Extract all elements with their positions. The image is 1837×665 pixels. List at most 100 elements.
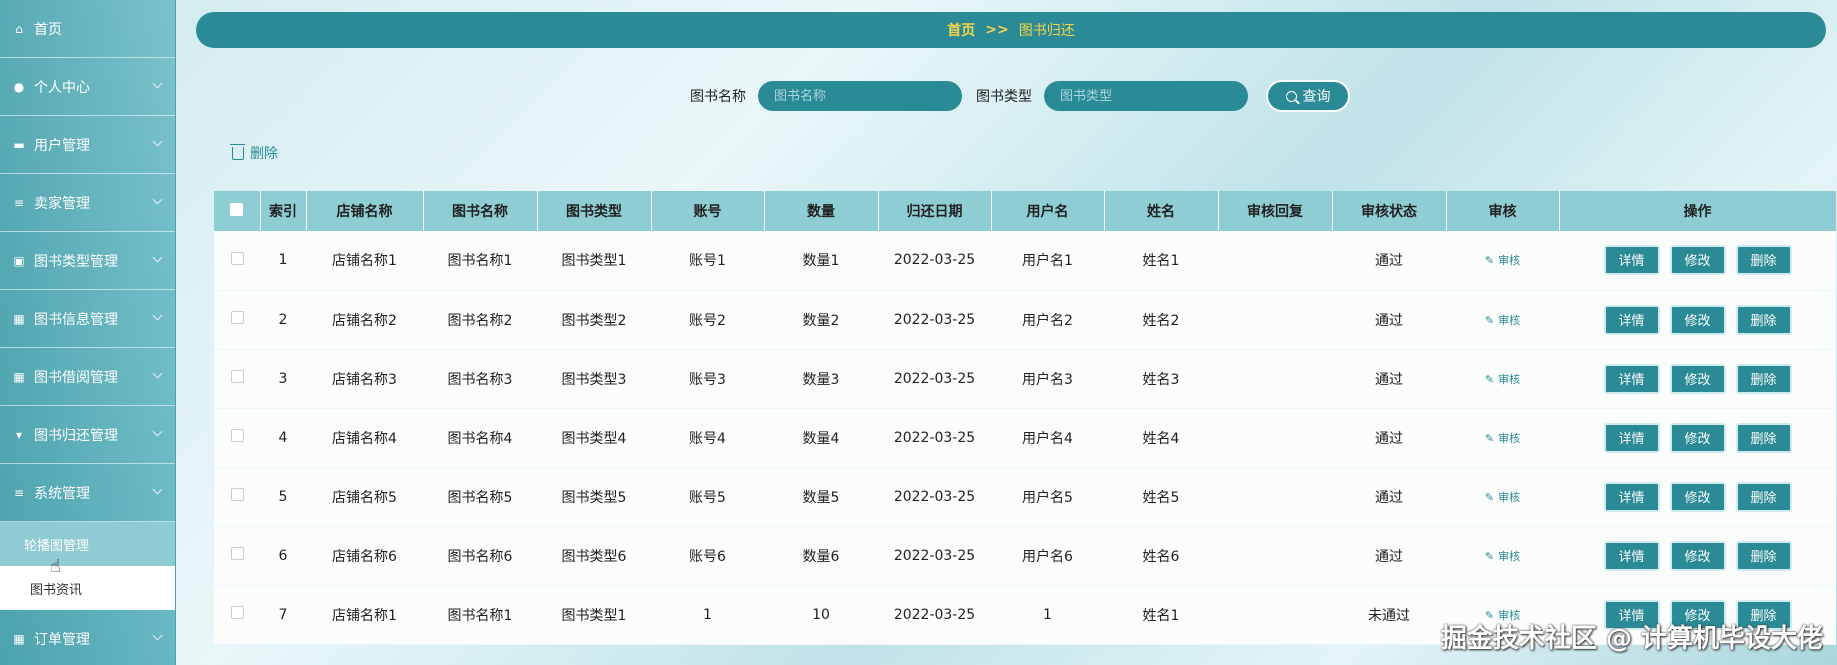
delete-button[interactable]: 删除: [1735, 422, 1792, 453]
breadcrumb-home[interactable]: 首页: [947, 20, 975, 40]
edit-button[interactable]: 修改: [1669, 245, 1726, 276]
edit-pen-icon: ✎: [1484, 549, 1495, 563]
column-header: 审核回复: [1218, 191, 1333, 231]
audit-link[interactable]: ✎ 审核: [1485, 491, 1520, 504]
sidebar-item-5[interactable]: ▦ 图书信息管理: [0, 290, 175, 348]
detail-button[interactable]: 详情: [1603, 245, 1660, 276]
sidebar-item-8[interactable]: ≡ 系统管理: [0, 464, 175, 522]
cell-username: 用户名2: [991, 290, 1104, 350]
row-select-cell[interactable]: [214, 408, 260, 468]
audit-link[interactable]: ✎ 审核: [1485, 254, 1520, 267]
edit-button[interactable]: 修改: [1669, 304, 1726, 335]
delete-button[interactable]: 删除: [1735, 304, 1792, 335]
sidebar-item-6[interactable]: ▦ 图书借阅管理: [0, 348, 175, 406]
cell-name: 姓名2: [1104, 290, 1218, 350]
row-checkbox[interactable]: [230, 429, 244, 442]
cell-status: 通过: [1332, 526, 1446, 586]
row-select-cell[interactable]: [214, 290, 260, 350]
book-name-input[interactable]: [758, 81, 962, 111]
cell-shop: 店铺名称5: [306, 467, 423, 527]
sidebar-item-label: 用户管理: [34, 137, 90, 154]
row-checkbox[interactable]: [230, 547, 244, 560]
row-checkbox[interactable]: [230, 606, 244, 619]
select-all-checkbox[interactable]: [230, 202, 244, 216]
detail-button[interactable]: 详情: [1603, 363, 1660, 394]
sidebar-item-1[interactable]: ● 个人中心: [0, 58, 175, 116]
row-select-cell[interactable]: [214, 231, 260, 291]
row-checkbox[interactable]: [230, 311, 244, 324]
clipboard-icon: ▣: [13, 253, 25, 268]
detail-button[interactable]: 详情: [1603, 540, 1660, 571]
sidebar-item-2[interactable]: ▬ 用户管理: [0, 116, 175, 174]
audit-link-label: 审核: [1498, 254, 1521, 268]
sidebar: ⌂ 首页 ● 个人中心 ▬ 用户管理 ≡ 卖家管理 ▣ 图书类型管理 ▦ 图书信息管理 ▦ 图书借阅管理 ▾…: [0, 0, 176, 665]
cell-name: 姓名5: [1104, 467, 1218, 527]
row-select-cell[interactable]: [214, 349, 260, 409]
cell-status: 通过: [1332, 349, 1446, 409]
audit-link[interactable]: ✎ 审核: [1485, 314, 1520, 327]
cell-index: 7: [260, 585, 306, 645]
audit-link[interactable]: ✎ 审核: [1485, 550, 1520, 563]
chevron-down-icon: [152, 630, 163, 641]
sidebar-item-label: 个人中心: [34, 79, 90, 96]
edit-pen-icon: ✎: [1484, 313, 1495, 327]
row-select-cell[interactable]: [214, 526, 260, 586]
row-checkbox[interactable]: [230, 251, 244, 265]
sidebar-item-7[interactable]: ▾ 图书归还管理: [0, 406, 175, 464]
cell-audit: ✎ 审核: [1446, 349, 1559, 409]
chevron-down-icon: [152, 310, 163, 321]
cell-qty: 数量1: [764, 231, 878, 291]
sidebar-item-4[interactable]: ▣ 图书类型管理: [0, 232, 175, 290]
row-select-cell[interactable]: [214, 467, 260, 527]
cell-book: 图书名称1: [423, 231, 537, 291]
delete-button[interactable]: 删除: [1735, 481, 1792, 512]
cell-shop: 店铺名称3: [306, 349, 423, 409]
edit-button[interactable]: 修改: [1669, 540, 1726, 571]
sidebar-item-0[interactable]: ⌂ 首页: [0, 0, 175, 58]
detail-button[interactable]: 详情: [1603, 422, 1660, 453]
delete-button[interactable]: 删除: [1735, 363, 1792, 394]
search-bar: 图书名称 图书类型 查询: [690, 80, 1350, 112]
cell-type: 图书类型2: [537, 290, 651, 350]
detail-button[interactable]: 详情: [1603, 304, 1660, 335]
sidebar-menu: ⌂ 首页 ● 个人中心 ▬ 用户管理 ≡ 卖家管理 ▣ 图书类型管理 ▦ 图书信息管理 ▦ 图书借阅管理 ▾…: [0, 0, 175, 522]
cell-reply: [1218, 585, 1332, 645]
row-checkbox[interactable]: [230, 370, 244, 383]
book-type-input[interactable]: [1044, 81, 1248, 111]
delete-button[interactable]: 删除: [1735, 245, 1792, 276]
query-button[interactable]: 查询: [1266, 80, 1350, 112]
row-checkbox[interactable]: [230, 488, 244, 501]
cell-audit: ✎ 审核: [1446, 467, 1559, 527]
sidebar-subitem-book-news[interactable]: 图书资讯: [0, 566, 175, 610]
audit-link[interactable]: ✎ 审核: [1485, 373, 1520, 386]
table-header-row: 索引 店铺名称 图书名称 图书类型 账号 数量 归还日期 用户名 姓名 审核回复 审核状态 审核 操作: [214, 191, 1836, 231]
edit-button[interactable]: 修改: [1669, 363, 1726, 394]
table-row: 1 店铺名称1 图书名称1 图书类型1 账号1 数量1 2022-03-25 用户名1 姓名1 通…: [214, 231, 1836, 291]
edit-button[interactable]: 修改: [1669, 481, 1726, 512]
audit-link-label: 审核: [1498, 431, 1521, 445]
cell-qty: 数量4: [764, 408, 878, 468]
cell-index: 2: [260, 290, 306, 350]
select-all-cell[interactable]: [214, 191, 261, 231]
audit-link-label: 审核: [1498, 490, 1521, 504]
column-header: 归还日期: [878, 191, 992, 231]
delete-button[interactable]: 删除: [1735, 540, 1792, 571]
data-table: 索引 店铺名称 图书名称 图书类型 账号 数量 归还日期 用户名 姓名 审核回复 审核状态 审核 操作 …: [214, 191, 1836, 645]
audit-link[interactable]: ✎ 审核: [1485, 432, 1520, 445]
list-icon: ≡: [13, 195, 25, 210]
row-select-cell[interactable]: [214, 585, 260, 645]
sidebar-item-3[interactable]: ≡ 卖家管理: [0, 174, 175, 232]
batch-delete-button[interactable]: 删除: [230, 143, 278, 163]
table-row: 3 店铺名称3 图书名称3 图书类型3 账号3 数量3 2022-03-25 用户名3 姓名3 通…: [214, 349, 1836, 409]
sidebar-item-orders[interactable]: ▦ 订单管理: [0, 610, 175, 665]
column-header: 图书类型: [537, 191, 652, 231]
cell-date: 2022-03-25: [878, 526, 991, 586]
cell-date: 2022-03-25: [878, 349, 991, 409]
detail-button[interactable]: 详情: [1603, 481, 1660, 512]
edit-button[interactable]: 修改: [1669, 422, 1726, 453]
pin-icon: ▾: [15, 427, 23, 442]
cell-index: 3: [260, 349, 306, 409]
cell-book: 图书名称4: [423, 408, 537, 468]
sidebar-subitem-carousel[interactable]: 轮播图管理: [0, 522, 175, 566]
cell-actions: 详情 修改 删除: [1559, 408, 1836, 468]
